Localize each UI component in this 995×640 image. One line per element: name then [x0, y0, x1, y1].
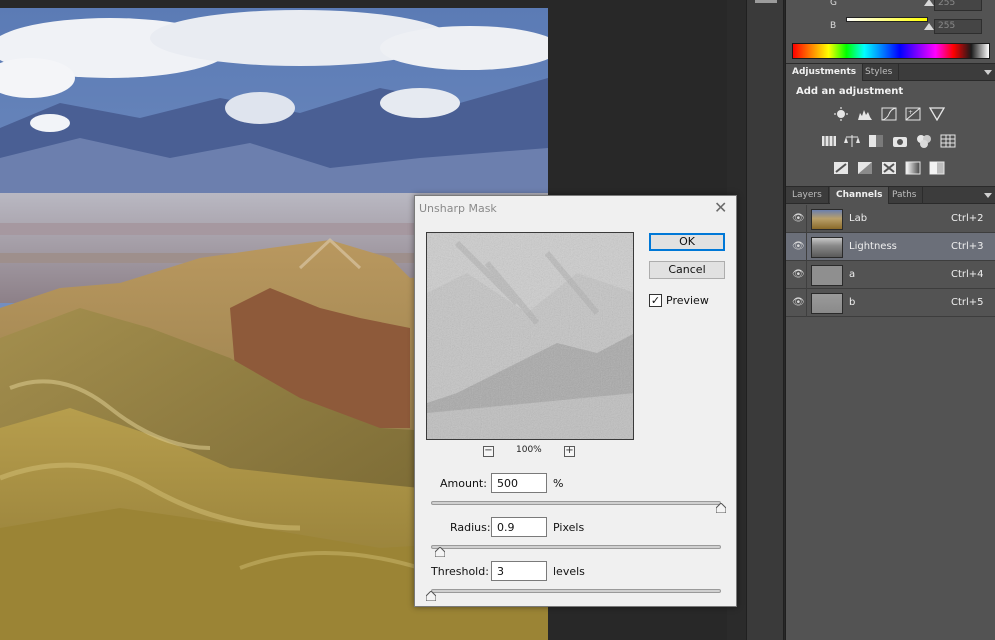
zoom-in-button[interactable]: + — [564, 446, 575, 457]
tab-channels[interactable]: Channels — [830, 187, 890, 204]
amount-input[interactable]: 500 — [491, 473, 547, 493]
collapsed-panel-strip — [746, 0, 784, 640]
invert-icon[interactable] — [833, 160, 849, 174]
photo-filter-icon[interactable] — [892, 133, 908, 147]
eye-icon[interactable]: 👁 — [792, 241, 805, 252]
layers-tabbar: Layers Channels Paths — [786, 186, 995, 204]
panel-menu-icon[interactable] — [984, 193, 992, 198]
channel-row-b[interactable]: 👁 b Ctrl+5 — [786, 289, 995, 317]
row-divider — [806, 289, 807, 317]
posterize-icon[interactable] — [857, 160, 873, 174]
row-divider — [806, 261, 807, 289]
channel-mixer-icon[interactable] — [916, 133, 932, 148]
channel-thumbnail — [811, 293, 843, 314]
radius-label: Radius: — [450, 521, 491, 534]
channel-row-a[interactable]: 👁 a Ctrl+4 — [786, 261, 995, 289]
right-panels: G 255 B 255 Adjustments Styles Add an ad… — [785, 0, 995, 640]
channel-thumbnail — [811, 237, 843, 258]
amount-unit: % — [553, 477, 564, 490]
channel-name: Lightness — [849, 241, 897, 252]
svg-text:+: + — [908, 109, 913, 116]
channel-shortcut: Ctrl+4 — [951, 269, 984, 280]
channel-row-lab[interactable]: 👁 Lab Ctrl+2 — [786, 205, 995, 233]
amount-slider-thumb[interactable] — [715, 498, 727, 514]
channel-shortcut: Ctrl+5 — [951, 297, 984, 308]
g-slider-thumb[interactable] — [924, 0, 934, 6]
color-balance-icon[interactable] — [844, 133, 860, 147]
filter-preview[interactable] — [426, 232, 634, 440]
row-divider — [806, 205, 807, 233]
adjustments-tabbar: Adjustments Styles — [786, 63, 995, 81]
eye-icon[interactable]: 👁 — [792, 269, 805, 280]
channel-name: Lab — [849, 213, 868, 224]
close-icon[interactable]: ✕ — [714, 200, 727, 216]
eye-icon[interactable]: 👁 — [792, 297, 805, 308]
zoom-out-button[interactable]: − — [483, 446, 494, 457]
threshold-input[interactable]: 3 — [491, 561, 547, 581]
b-slider-thumb[interactable] — [924, 23, 934, 30]
g-value-field[interactable]: 255 — [934, 0, 982, 11]
adjustments-title: Add an adjustment — [796, 86, 904, 97]
amount-slider-track[interactable] — [431, 501, 721, 505]
zoom-level: 100% — [516, 445, 542, 455]
b-color-slider[interactable] — [846, 17, 928, 22]
tab-styles[interactable]: Styles — [859, 64, 900, 81]
panel-dock-button[interactable] — [755, 0, 777, 3]
exposure-icon[interactable]: + — [905, 106, 921, 121]
radius-input[interactable]: 0.9 — [491, 517, 547, 537]
channel-name: b — [849, 297, 856, 308]
black-white-icon[interactable] — [868, 133, 884, 147]
tab-layers[interactable]: Layers — [786, 187, 829, 204]
unsharp-mask-dialog: Unsharp Mask ✕ − 100% + OK Cancel ✓ Prev… — [414, 195, 737, 607]
preview-label: Preview — [666, 294, 709, 307]
panel-menu-icon[interactable] — [984, 70, 992, 75]
color-spectrum-ramp[interactable] — [792, 43, 990, 59]
cancel-button[interactable]: Cancel — [649, 261, 725, 279]
row-divider — [806, 233, 807, 261]
channel-label-b: B — [830, 21, 837, 31]
radius-unit: Pixels — [553, 521, 585, 534]
color-lookup-icon[interactable] — [940, 133, 956, 148]
curves-icon[interactable] — [881, 106, 897, 121]
threshold-label: Threshold: — [431, 565, 489, 578]
radius-slider-track[interactable] — [431, 545, 721, 549]
threshold-unit: levels — [553, 565, 585, 578]
ok-button[interactable]: OK — [649, 233, 725, 251]
threshold-slider-track[interactable] — [431, 589, 721, 593]
eye-icon[interactable]: 👁 — [792, 213, 805, 224]
channel-label-g: G — [830, 0, 837, 8]
threshold-slider-thumb[interactable] — [425, 586, 437, 602]
hue-saturation-icon[interactable] — [821, 133, 837, 147]
levels-icon[interactable] — [857, 106, 873, 120]
radius-slider-thumb[interactable] — [434, 542, 446, 558]
dialog-title: Unsharp Mask — [419, 202, 497, 215]
channel-thumbnail — [811, 209, 843, 230]
amount-label: Amount: — [440, 477, 487, 490]
tab-adjustments[interactable]: Adjustments — [786, 64, 864, 81]
gradient-map-icon[interactable] — [905, 160, 921, 175]
channel-shortcut: Ctrl+3 — [951, 241, 984, 252]
channel-row-lightness[interactable]: 👁 Lightness Ctrl+3 — [786, 233, 995, 261]
channel-shortcut: Ctrl+2 — [951, 213, 984, 224]
preview-checkbox[interactable]: ✓ — [649, 294, 662, 307]
selective-color-icon[interactable] — [929, 160, 945, 175]
channel-name: a — [849, 269, 856, 280]
brightness-contrast-icon[interactable] — [833, 106, 849, 121]
tab-paths[interactable]: Paths — [886, 187, 924, 204]
vibrance-icon[interactable] — [928, 106, 946, 122]
threshold-icon[interactable] — [881, 160, 897, 174]
channel-thumbnail — [811, 265, 843, 286]
b-value-field[interactable]: 255 — [934, 19, 982, 34]
